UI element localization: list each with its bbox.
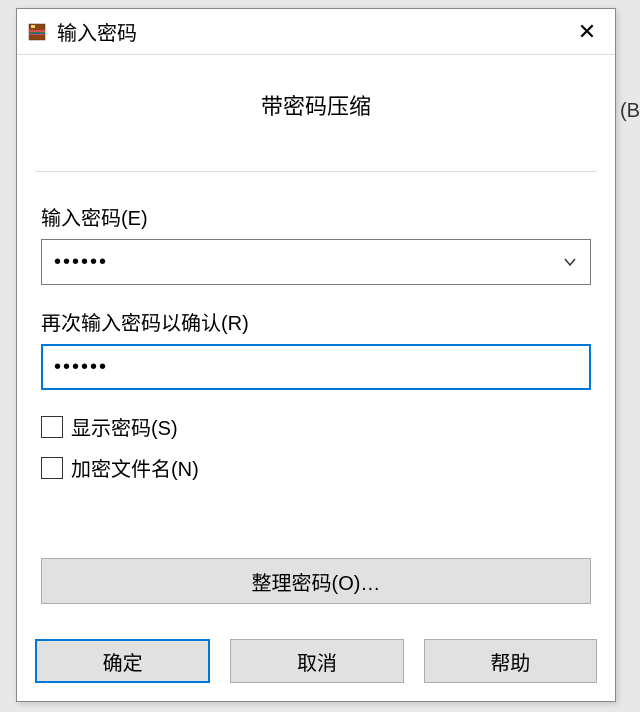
ok-button[interactable]: 确定 [35, 639, 210, 683]
background-fragment: (B [620, 100, 640, 123]
chevron-down-icon [563, 255, 577, 269]
close-icon: ✕ [578, 21, 596, 43]
dialog-buttons: 确定 取消 帮助 [35, 639, 597, 683]
password-label: 输入密码(E) [41, 202, 591, 231]
confirm-password-input[interactable] [41, 344, 591, 390]
dialog-content: 带密码压缩 输入密码(E) 再次输入密码以确认(R) 显示密码(S) [17, 89, 615, 604]
group-title: 带密码压缩 [35, 89, 597, 121]
confirm-input-wrap [41, 344, 591, 390]
help-button[interactable]: 帮助 [424, 639, 597, 683]
password-input-wrap [41, 239, 591, 285]
titlebar: 输入密码 ✕ [17, 9, 615, 55]
password-history-dropdown[interactable] [555, 247, 585, 277]
show-password-label: 显示密码(S) [71, 412, 178, 441]
organize-passwords-button[interactable]: 整理密码(O)… [41, 558, 591, 604]
cancel-button[interactable]: 取消 [230, 639, 403, 683]
winrar-icon [27, 22, 47, 42]
checkbox-box-icon [41, 457, 63, 479]
checkbox-box-icon [41, 416, 63, 438]
confirm-password-label: 再次输入密码以确认(R) [41, 307, 591, 336]
password-dialog: 输入密码 ✕ 带密码压缩 输入密码(E) 再次输入密码以确认(R) [16, 8, 616, 702]
password-group: 输入密码(E) 再次输入密码以确认(R) 显示密码(S) 加密文件名(N) [35, 171, 597, 604]
show-password-checkbox[interactable]: 显示密码(S) [41, 412, 591, 441]
close-button[interactable]: ✕ [567, 12, 607, 52]
encrypt-filenames-checkbox[interactable]: 加密文件名(N) [41, 453, 591, 482]
dialog-title: 输入密码 [57, 17, 567, 46]
password-input[interactable] [41, 239, 591, 285]
encrypt-filenames-label: 加密文件名(N) [71, 453, 199, 482]
